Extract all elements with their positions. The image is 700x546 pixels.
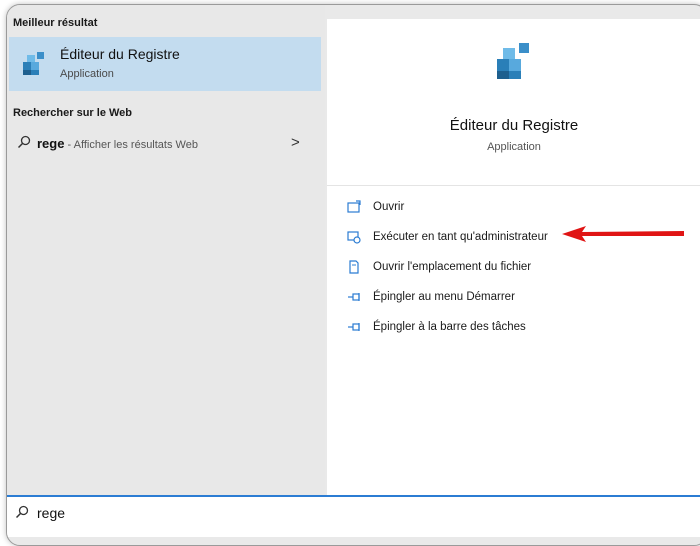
- run-as-admin-icon: [347, 231, 361, 244]
- app-type: Application: [487, 141, 541, 153]
- web-result-query: rege: [37, 136, 65, 151]
- action-open[interactable]: Ouvrir: [347, 197, 677, 219]
- action-label: Exécuter en tant qu'administrateur: [373, 231, 548, 243]
- app-preview: Éditeur du Registre Application: [327, 19, 700, 186]
- action-pin-start[interactable]: Épingler au menu Démarrer: [347, 287, 677, 309]
- action-label: Épingler à la barre des tâches: [373, 321, 526, 333]
- action-label: Épingler au menu Démarrer: [373, 291, 515, 303]
- results-pane: Meilleur résultat Éditeur du Registre Ap…: [7, 5, 325, 495]
- registry-editor-icon: [497, 43, 529, 79]
- web-result-separator: -: [64, 139, 74, 151]
- action-pin-taskbar[interactable]: Épingler à la barre des tâches: [347, 317, 677, 339]
- chevron-right-icon[interactable]: >: [291, 134, 300, 151]
- search-icon: [17, 135, 31, 149]
- web-result-hint: Afficher les résultats Web: [73, 139, 198, 151]
- registry-editor-icon: [23, 52, 44, 75]
- web-result-item[interactable]: rege - Afficher les résultats Web >: [9, 129, 319, 159]
- file-location-icon: [349, 260, 359, 274]
- action-label: Ouvrir l'emplacement du fichier: [373, 261, 532, 273]
- search-input[interactable]: rege: [37, 505, 65, 521]
- details-pane: Éditeur du Registre Application Ouvrir E…: [327, 19, 700, 495]
- pin-icon: [348, 323, 360, 331]
- pin-icon: [348, 293, 360, 301]
- app-title: Éditeur du Registre: [449, 117, 579, 134]
- web-search-header: Rechercher sur le Web: [13, 107, 133, 119]
- web-result-text: rege - Afficher les résultats Web: [37, 136, 198, 151]
- red-arrow-annotation: [562, 226, 684, 242]
- search-icon: [15, 505, 29, 519]
- search-bar[interactable]: rege: [7, 495, 700, 537]
- start-search-window: Meilleur résultat Éditeur du Registre Ap…: [6, 4, 700, 546]
- open-window-icon: [347, 200, 361, 213]
- action-label: Ouvrir: [373, 201, 405, 213]
- best-match-subtitle: Application: [60, 68, 114, 80]
- best-match-title: Éditeur du Registre: [60, 46, 180, 62]
- best-match-item[interactable]: Éditeur du Registre Application: [9, 37, 321, 91]
- best-match-header: Meilleur résultat: [13, 17, 98, 29]
- action-open-file-location[interactable]: Ouvrir l'emplacement du fichier: [347, 257, 677, 279]
